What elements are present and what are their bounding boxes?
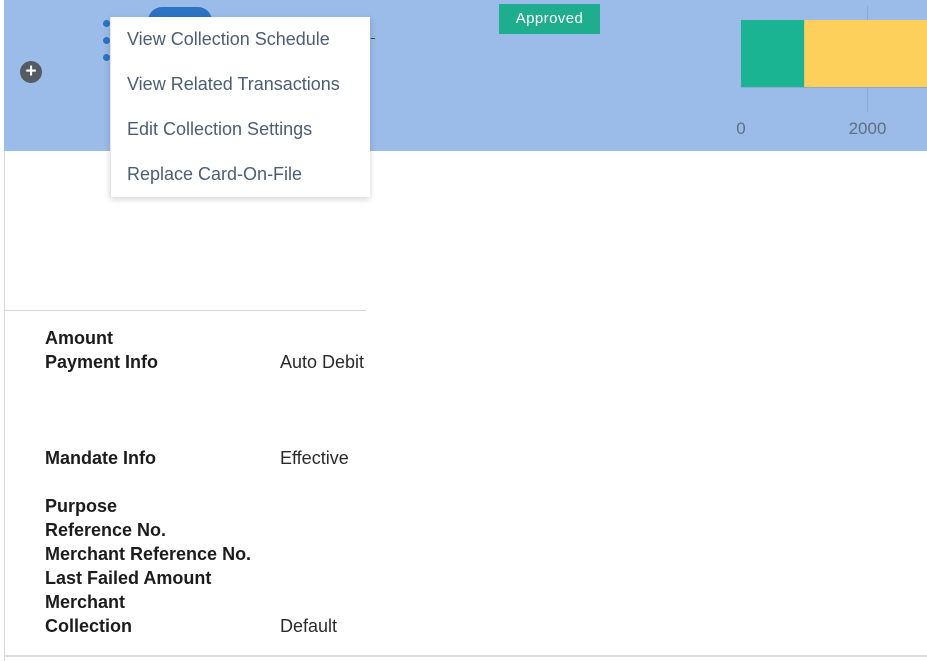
- detail-value-payment-info: Auto Debit: [280, 352, 365, 372]
- plus-circle-icon: +: [25, 61, 37, 82]
- chart-bar-segment-1: [741, 20, 805, 87]
- hidden-element-edge: [371, 38, 375, 39]
- add-button[interactable]: +: [20, 61, 42, 83]
- collection-chart: 0 2000: [733, 0, 927, 151]
- menu-item-replace-card-on-file[interactable]: Replace Card-On-File: [111, 152, 370, 197]
- detail-label-purpose: Purpose: [45, 496, 118, 516]
- detail-value-mandate-info: Effective: [280, 448, 349, 468]
- detail-label-mandate-info: Mandate Info: [45, 448, 156, 468]
- detail-label-collection: Collection: [45, 616, 133, 636]
- collection-chart-svg: 0 2000: [736, 6, 927, 138]
- detail-label-last-failed-amount: Last Failed Amount: [45, 568, 212, 588]
- section-divider: [4, 310, 366, 311]
- detail-label-amount: Amount: [45, 328, 113, 348]
- row-actions-menu: View Collection Schedule View Related Tr…: [110, 17, 370, 197]
- chart-tick-label: 2000: [849, 119, 887, 138]
- menu-item-edit-collection-settings[interactable]: Edit Collection Settings: [111, 107, 370, 152]
- menu-item-view-related-transactions[interactable]: View Related Transactions: [111, 62, 370, 107]
- panel-border: [4, 151, 5, 661]
- menu-item-view-collection-schedule[interactable]: View Collection Schedule: [111, 17, 370, 62]
- detail-label-reference-no: Reference No.: [45, 520, 167, 540]
- chart-bar-segment-2: [804, 20, 927, 87]
- detail-label-merchant: Merchant: [45, 592, 126, 612]
- chart-tick-label: 0: [736, 119, 745, 138]
- status-badge: Approved: [499, 4, 600, 34]
- detail-label-merchant-reference-no: Merchant Reference No.: [45, 544, 252, 564]
- detail-value-collection: Default: [280, 616, 338, 636]
- panel-bottom-border: [4, 655, 927, 657]
- detail-label-payment-info: Payment Info: [45, 352, 159, 372]
